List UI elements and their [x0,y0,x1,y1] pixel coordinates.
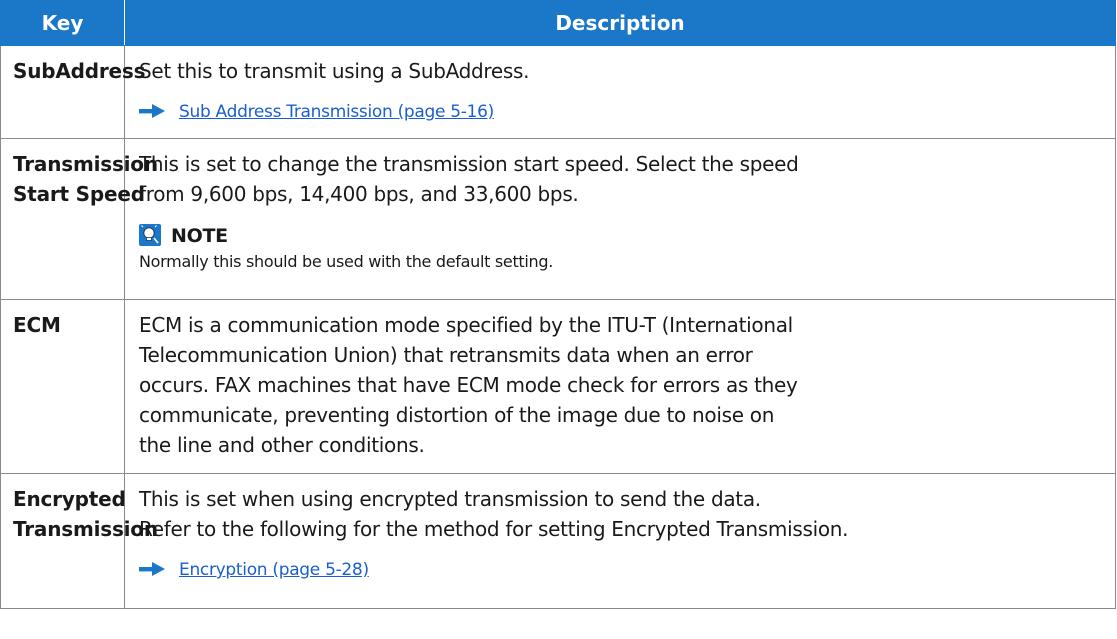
table-row-subaddress: SubAddress Set this to transmit using a … [0,45,1116,139]
row-description: This is set when using encrypted transmi… [124,473,1116,609]
description-line: This is set when using encrypted transmi… [139,487,761,511]
row-key: ECM [0,299,125,474]
description-line: This is set to change the transmission s… [139,152,799,176]
lightbulb-icon [139,224,161,246]
key-column-header: Key [0,0,125,46]
description-line: Set this to transmit using a SubAddress. [139,59,530,83]
arrow-right-icon [139,104,165,118]
row-key-text: Encrypted [13,487,126,511]
description-line: occurs. FAX machines that have ECM mode … [139,373,798,397]
table-row-transmission-start-speed: Transmission Start Speed This is set to … [0,138,1116,300]
table-row-ecm: ECM ECM is a communication mode specifie… [0,299,1116,474]
note-label: NOTE [171,225,228,247]
sub-address-transmission-link[interactable]: Sub Address Transmission (page 5-16) [179,102,494,122]
description-line: Telecommunication Union) that retransmit… [139,343,753,367]
description-line: ECM is a communication mode specified by… [139,313,793,337]
row-key-text: ECM [13,313,61,337]
description-line: the line and other conditions. [139,433,425,457]
row-key: SubAddress [0,45,146,139]
description-line: from 9,600 bps, 14,400 bps, and 33,600 b… [139,182,579,206]
row-description: Set this to transmit using a SubAddress.… [124,45,1116,139]
arrow-right-icon [139,562,165,576]
key-description-table: Key Description SubAddress Set this to t… [0,0,1116,609]
row-key-text: Start Speed [13,182,145,206]
row-description: ECM is a communication mode specified by… [124,299,1116,474]
note-text: Normally this should be used with the de… [139,252,554,271]
row-description: This is set to change the transmission s… [124,138,1116,300]
row-key: Transmission Start Speed [0,138,158,300]
encryption-link[interactable]: Encryption (page 5-28) [179,560,369,580]
settings-table-page: Key Description SubAddress Set this to t… [0,0,1117,639]
table-header-row: Key Description [0,0,1116,46]
row-key-text: SubAddress [13,59,146,83]
row-key-text: Transmission [13,152,158,176]
description-line: Refer to the following for the method fo… [139,517,849,541]
description-line: communicate, preventing distortion of th… [139,403,775,427]
reference: Sub Address Transmission (page 5-16) [139,95,1107,123]
reference: Encryption (page 5-28) [139,553,1107,581]
row-key-text: Transmission [13,517,158,541]
description-column-header: Description [124,0,1116,46]
note-heading: NOTE [139,221,1107,249]
row-key: Encrypted Transmission [0,473,158,609]
table-row-encrypted-transmission: Encrypted Transmission This is set when … [0,473,1116,609]
